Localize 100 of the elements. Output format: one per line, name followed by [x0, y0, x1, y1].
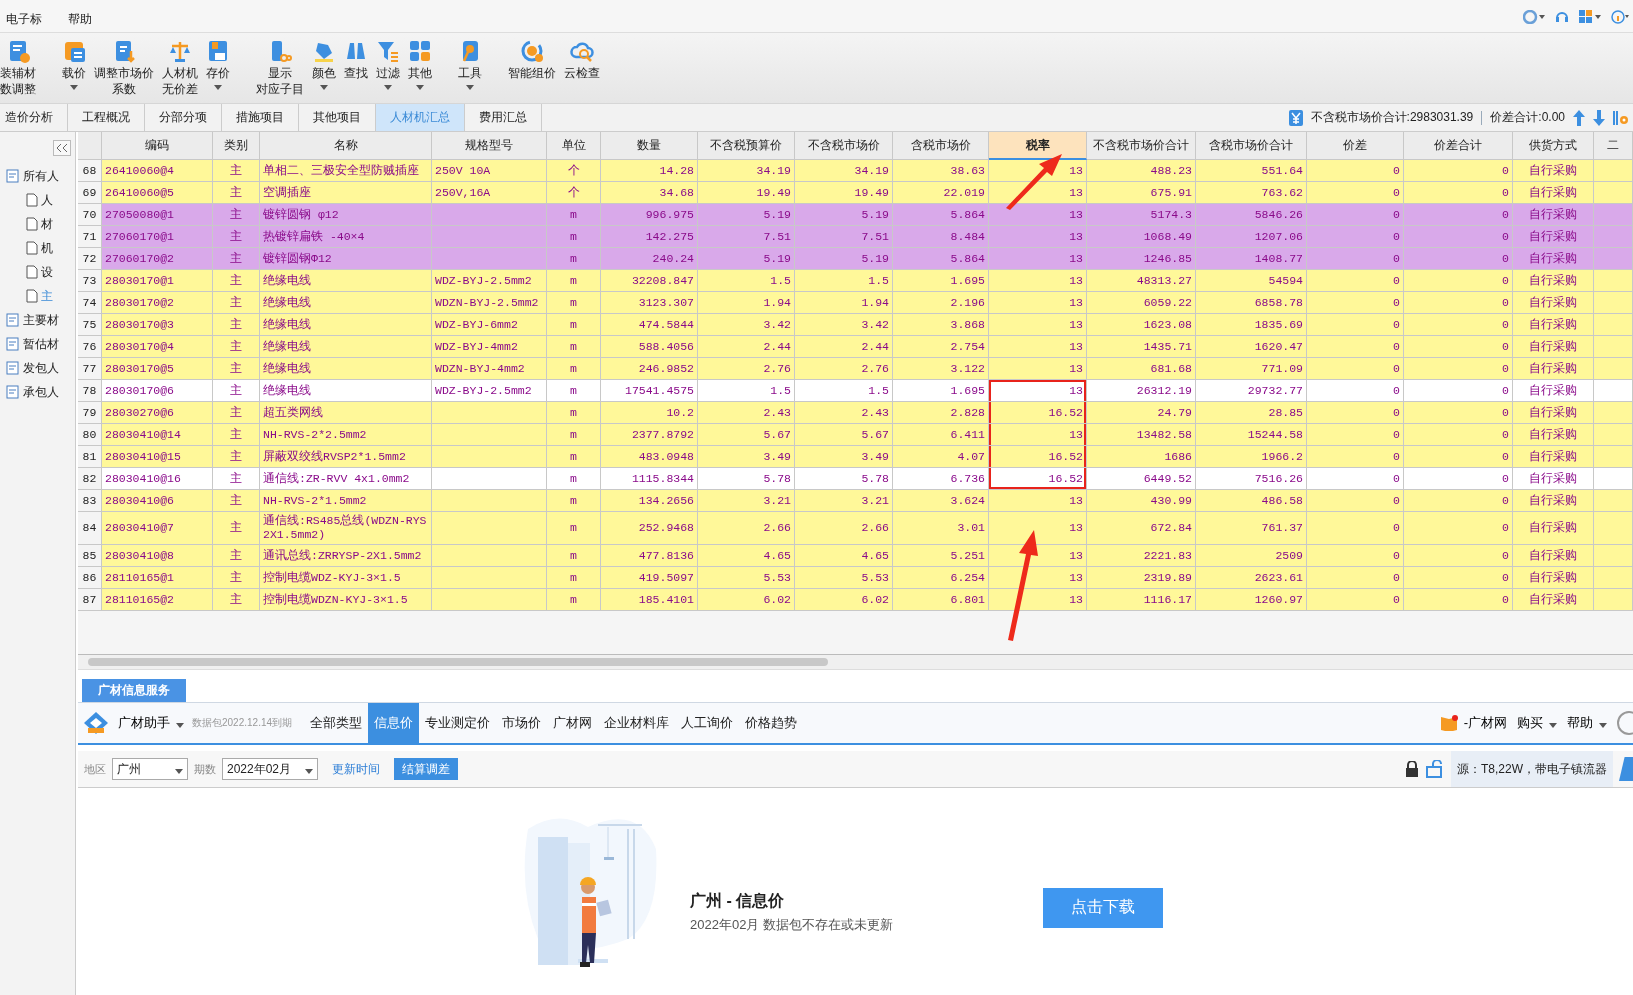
- row-number: 73: [78, 270, 102, 292]
- nav-tab[interactable]: 广材网: [547, 703, 599, 743]
- toolbar-button[interactable]: 人材机 无价差: [158, 39, 202, 97]
- row-number: 75: [78, 314, 102, 336]
- buy-menu[interactable]: 购买: [1517, 714, 1557, 732]
- table-cell: 28110165@2: [102, 589, 213, 611]
- tree-item[interactable]: 材: [41, 215, 53, 233]
- folder-icon: [6, 337, 20, 351]
- annotation-arrow: [1004, 154, 1064, 210]
- period-select[interactable]: 2022年02月: [222, 758, 318, 780]
- yen-icon: [1288, 109, 1303, 126]
- tab[interactable]: 费用汇总: [465, 104, 542, 131]
- toolbar-button[interactable]: 装辅材 数调整: [0, 39, 40, 97]
- caret-icon: [175, 768, 183, 774]
- row-number: 84: [78, 512, 102, 545]
- table-cell: 0: [1307, 589, 1404, 611]
- tab[interactable]: 分部分项: [145, 104, 222, 131]
- row-number: 87: [78, 589, 102, 611]
- apps-icon[interactable]: [1579, 10, 1601, 24]
- document-icon: [26, 217, 38, 231]
- scrollbar-thumb[interactable]: [88, 658, 828, 666]
- down-arrow-icon[interactable]: [1593, 109, 1605, 126]
- folder-icon: [6, 385, 20, 399]
- nav-tab[interactable]: 价格趋势: [739, 703, 804, 743]
- collapse-button[interactable]: [53, 140, 71, 156]
- caret-icon: [176, 722, 184, 728]
- table-cell: 13: [989, 358, 1087, 380]
- toolbar-button[interactable]: 其他: [404, 39, 436, 90]
- up-arrow-icon[interactable]: [1573, 109, 1585, 126]
- empty-message: 2022年02月 数据包不存在或未更新: [690, 916, 893, 934]
- update-time-link[interactable]: 更新时间: [332, 760, 380, 778]
- document-icon: [26, 289, 38, 303]
- scale-icon: [168, 39, 192, 63]
- caret-icon: [305, 768, 313, 774]
- nav-tab[interactable]: 市场价: [496, 703, 548, 743]
- table-cell: 控制电缆WDZN-KYJ-3×1.5: [260, 589, 432, 611]
- toolbar-button[interactable]: 智能组价: [504, 39, 560, 81]
- lock-icon[interactable]: [1405, 761, 1419, 777]
- toolbar-button[interactable]: 显示 对应子目: [252, 39, 308, 97]
- tree-item[interactable]: 机: [41, 239, 53, 257]
- row-number: 78: [78, 380, 102, 402]
- table-cell: 6.02: [698, 589, 795, 611]
- tab-edge: [1619, 757, 1633, 781]
- document-icon: [26, 241, 38, 255]
- document-icon: [26, 193, 38, 207]
- toolbar-button[interactable]: 存价: [202, 39, 234, 90]
- info-icon[interactable]: [1611, 10, 1629, 24]
- table-cell: 13: [989, 380, 1087, 402]
- table-cell: [1594, 589, 1633, 611]
- row-number: 82: [78, 468, 102, 490]
- table-cell: 6.801: [893, 589, 989, 611]
- tree-item[interactable]: 承包人: [23, 383, 59, 401]
- table-cell: m: [547, 589, 601, 611]
- menu-item[interactable]: 电子标: [6, 11, 42, 28]
- empty-title: 广州 - 信息价: [690, 891, 786, 911]
- nav-tab[interactable]: 人工询价: [675, 703, 740, 743]
- column-header[interactable]: 税率: [989, 132, 1087, 160]
- tab[interactable]: 造价分析: [0, 104, 68, 131]
- table-cell: 主: [213, 589, 260, 611]
- tree-item[interactable]: 人: [41, 191, 53, 209]
- region-select[interactable]: 广州: [112, 758, 188, 780]
- row-number: 86: [78, 567, 102, 589]
- row-number: 85: [78, 545, 102, 567]
- toolbar-button[interactable]: 查找: [340, 39, 372, 81]
- support-icon[interactable]: [1555, 10, 1569, 24]
- tab[interactable]: 措施项目: [222, 104, 299, 131]
- toolbar-button[interactable]: 载价: [58, 39, 90, 90]
- toolbar-button[interactable]: 颜色: [308, 39, 340, 90]
- row-number: 70: [78, 204, 102, 226]
- nav-tab[interactable]: 企业材料库: [598, 703, 676, 743]
- table-cell: 1116.17: [1087, 589, 1196, 611]
- field-label: 地区: [84, 761, 106, 777]
- tree-item[interactable]: 设: [41, 263, 53, 281]
- settings-icon[interactable]: [1613, 109, 1629, 126]
- toolbar-button[interactable]: 工具: [454, 39, 486, 90]
- tree-item[interactable]: 所有人: [23, 167, 59, 185]
- row-number: 77: [78, 358, 102, 380]
- unlock-icon[interactable]: [1425, 760, 1445, 778]
- nav-tab[interactable]: 全部类型: [304, 703, 369, 743]
- toolbar-button[interactable]: 过滤: [372, 39, 404, 90]
- table-cell: 185.4101: [601, 589, 698, 611]
- table-cell: 1260.97: [1196, 589, 1307, 611]
- double-chevron-icon: [56, 144, 68, 152]
- tree-item[interactable]: 发包人: [23, 359, 59, 377]
- row-number: 81: [78, 446, 102, 468]
- nav-tab[interactable]: 专业测定价: [419, 703, 497, 743]
- toolbar-button[interactable]: 云检查: [560, 39, 604, 81]
- help-menu[interactable]: 帮助: [1567, 714, 1607, 732]
- promo-link[interactable]: -广材网: [1439, 714, 1507, 732]
- menu-item[interactable]: 帮助: [68, 11, 92, 28]
- tree-item[interactable]: 主要材: [23, 311, 59, 329]
- market-total: 不含税市场价合计:2983031.39: [1310, 109, 1474, 126]
- row-number: 68: [78, 160, 102, 182]
- brand-dropdown[interactable]: 广材助手: [114, 714, 188, 732]
- row-number: 69: [78, 182, 102, 204]
- toolbar-button[interactable]: 调整市场价 系数: [90, 39, 158, 97]
- folder-icon: [6, 169, 20, 183]
- tab[interactable]: 工程概况: [68, 104, 145, 131]
- tree-item[interactable]: 暂估材: [23, 335, 59, 353]
- row-number: 74: [78, 292, 102, 314]
